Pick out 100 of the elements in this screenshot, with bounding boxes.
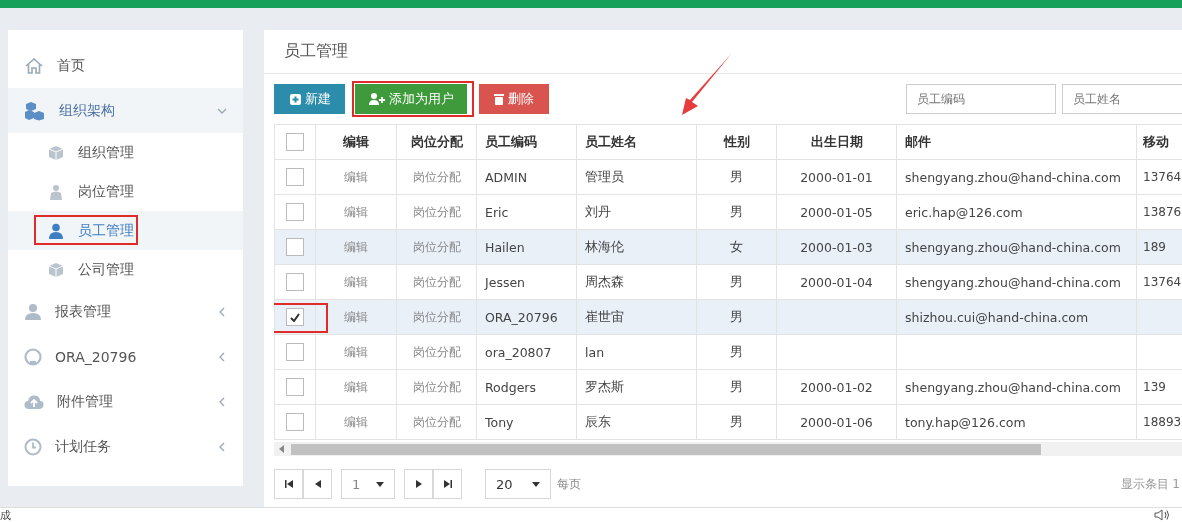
sidebar-subitem[interactable]: 公司管理 xyxy=(8,250,243,289)
sidebar-item[interactable]: 组织架构 xyxy=(8,88,243,133)
table-cell: Tony xyxy=(485,414,514,430)
table-cell: tony.hap@126.com xyxy=(905,414,1026,430)
pager-summary: 显示条目 1 xyxy=(1120,475,1180,493)
add-user-button[interactable]: 添加为用户 xyxy=(355,84,467,114)
table-cell: 13764 xyxy=(1143,275,1182,289)
column-header[interactable]: 移动 xyxy=(1136,124,1182,160)
chevron-icon xyxy=(217,441,227,452)
table-cell: 林海伦 xyxy=(585,238,624,254)
sidebar-item[interactable]: 报表管理 xyxy=(8,289,243,334)
table-cell: 2000-01-05 xyxy=(800,204,873,220)
row-checkbox[interactable] xyxy=(286,238,304,256)
sidebar-label: 组织管理 xyxy=(78,143,134,162)
new-button[interactable]: 新建 xyxy=(274,84,345,114)
dropdown-icon xyxy=(532,481,540,487)
first-page-icon xyxy=(284,480,293,488)
table-cell: 男 xyxy=(730,273,743,289)
table-row[interactable]: 编辑 岗位分配 ORA_20796 崔世宙 男 shizhou.cui@hand-china.com xyxy=(274,299,1182,335)
plus-icon xyxy=(290,93,301,105)
previous-page-button[interactable] xyxy=(303,469,332,499)
table-cell: shengyang.zhou@hand-china.com xyxy=(905,274,1121,290)
row-link[interactable]: 编辑 xyxy=(344,169,368,184)
sidebar-label: 报表管理 xyxy=(55,302,112,321)
table-cell: Hailen xyxy=(485,239,525,255)
table-cell: 13764 xyxy=(1143,170,1182,184)
column-header[interactable]: 岗位分配 xyxy=(396,124,477,160)
table-cell: 139 xyxy=(1143,380,1166,394)
cube-icon xyxy=(48,144,64,161)
table-row[interactable]: 编辑 岗位分配 ora_20807 lan 男 xyxy=(274,334,1182,370)
last-page-button[interactable] xyxy=(433,469,462,499)
row-link[interactable]: 编辑 xyxy=(344,379,368,394)
row-checkbox[interactable] xyxy=(286,273,304,291)
table-cell: 2000-01-06 xyxy=(800,414,873,430)
row-checkbox[interactable] xyxy=(286,168,304,186)
table-cell: 2000-01-02 xyxy=(800,379,873,395)
dropdown-icon xyxy=(376,481,384,487)
row-checkbox[interactable] xyxy=(286,203,304,221)
next-page-button[interactable] xyxy=(404,469,433,499)
column-header[interactable]: 邮件 xyxy=(896,124,1137,160)
table-cell: ora_20807 xyxy=(485,344,552,360)
table-row[interactable]: 编辑 岗位分配 Tony 辰东 男 2000-01-06 tony.hap@126.com 18893 xyxy=(274,404,1182,440)
select-all-checkbox[interactable] xyxy=(286,133,304,151)
table-cell: Rodgers xyxy=(485,379,536,395)
row-link[interactable]: 编辑 xyxy=(344,414,368,429)
speaker-icon xyxy=(1154,509,1170,521)
sidebar-item[interactable]: 附件管理 xyxy=(8,379,243,424)
column-header[interactable]: 编辑 xyxy=(315,124,397,160)
table-cell: shengyang.zhou@hand-china.com xyxy=(905,379,1121,395)
table-row[interactable]: 编辑 岗位分配 Rodgers 罗杰斯 男 2000-01-02 shengyang.zhou@hand-china.com 139 xyxy=(274,369,1182,405)
sidebar-subitem[interactable]: 员工管理 xyxy=(8,211,243,250)
table-cell: 2000-01-01 xyxy=(800,169,873,185)
column-header[interactable]: 员工编码 xyxy=(476,124,577,160)
row-checkbox[interactable] xyxy=(286,378,304,396)
sidebar-label: 计划任务 xyxy=(55,437,112,456)
column-header[interactable]: 性别 xyxy=(696,124,777,160)
filter-field[interactable]: 员工编码 xyxy=(906,84,1056,114)
sidebar-label: 岗位管理 xyxy=(78,182,134,201)
table-cell: 2000-01-04 xyxy=(800,274,873,290)
sidebar-item[interactable]: 计划任务 xyxy=(8,424,243,469)
sidebar-subitem[interactable]: 组织管理 xyxy=(8,133,243,172)
cubes-icon xyxy=(24,100,46,121)
horizontal-scrollbar[interactable] xyxy=(274,442,1182,456)
sidebar-label: 组织架构 xyxy=(59,101,116,120)
table-cell: Jessen xyxy=(485,274,525,290)
table-row[interactable]: 编辑 岗位分配 ADMIN 管理员 男 2000-01-01 shengyang.zhou@hand-china.com 13764 xyxy=(274,159,1182,195)
row-link[interactable]: 编辑 xyxy=(344,344,368,359)
cloud-upload-icon xyxy=(24,393,44,410)
check-icon xyxy=(290,312,300,322)
row-link[interactable]: 编辑 xyxy=(344,204,368,219)
row-checkbox[interactable] xyxy=(286,413,304,431)
filter-field[interactable]: 员工姓名 xyxy=(1062,84,1182,114)
annotation-box xyxy=(274,303,328,333)
page-select[interactable]: 1 xyxy=(341,469,395,499)
table-cell: 189 xyxy=(1143,240,1166,254)
delete-button[interactable]: 删除 xyxy=(479,84,549,114)
table-row[interactable]: 编辑 岗位分配 Eric 刘丹 男 2000-01-05 eric.hap@126.com 13876 xyxy=(274,194,1182,230)
row-link[interactable]: 编辑 xyxy=(344,274,368,289)
last-page-icon xyxy=(443,480,452,488)
page-title: 员工管理 xyxy=(284,41,348,62)
sidebar-item[interactable]: ORA_20796 xyxy=(8,334,243,379)
first-page-button[interactable] xyxy=(274,469,303,499)
table-cell: ORA_20796 xyxy=(485,309,558,325)
row-checkbox[interactable] xyxy=(286,308,304,326)
table-cell: eric.hap@126.com xyxy=(905,204,1023,220)
table-cell: shengyang.zhou@hand-china.com xyxy=(905,239,1121,255)
table-cell: 刘丹 xyxy=(585,203,611,219)
row-checkbox[interactable] xyxy=(286,343,304,361)
column-header[interactable]: 出生日期 xyxy=(776,124,897,160)
page-size-select[interactable]: 20 xyxy=(485,469,551,499)
scrollbar-thumb[interactable] xyxy=(291,443,1041,455)
column-header[interactable]: 员工姓名 xyxy=(576,124,697,160)
table-row[interactable]: 编辑 岗位分配 Hailen 林海伦 女 2000-01-03 shengyang.zhou@hand-china.com 189 xyxy=(274,229,1182,265)
table-cell: 男 xyxy=(730,378,743,394)
table-row[interactable]: 编辑 岗位分配 Jessen 周杰森 男 2000-01-04 shengyang.zhou@hand-china.com 13764 xyxy=(274,264,1182,300)
chevron-icon xyxy=(217,396,227,407)
sidebar-item[interactable]: 首页 xyxy=(8,43,243,88)
sidebar-subitem[interactable]: 岗位管理 xyxy=(8,172,243,211)
person-icon xyxy=(48,183,64,200)
table-cell: 男 xyxy=(730,343,743,359)
